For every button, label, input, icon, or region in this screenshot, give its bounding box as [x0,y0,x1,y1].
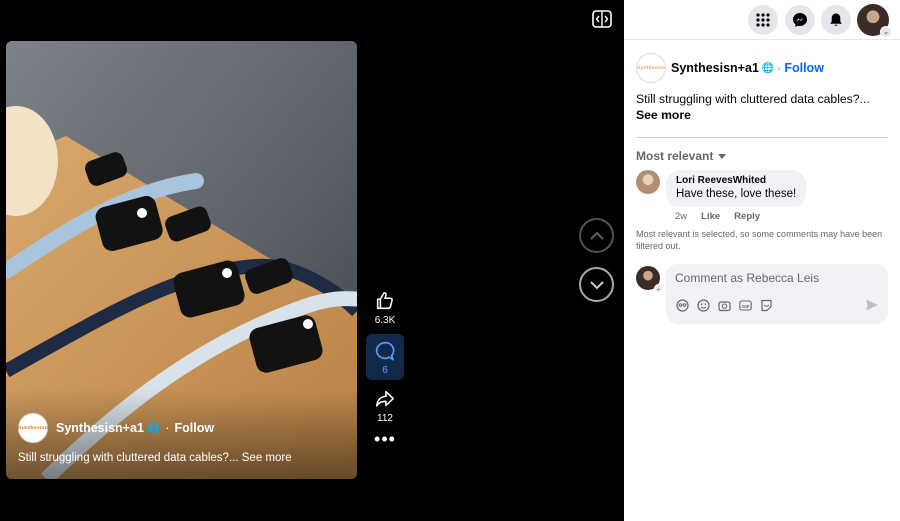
post-see-more-link[interactable]: See more [636,107,886,123]
post-description: Still struggling with cluttered data cab… [636,91,886,123]
composer-tools: GIF [676,299,773,312]
video-author-name[interactable]: Synthesisn+a1 [56,421,144,435]
commenter-avatar[interactable] [636,170,660,194]
details-panel: ⌄ Synthesisn Synthesisn+a1 🌐 · Follow St… [624,0,900,521]
top-bar: ⌄ [624,0,900,40]
video-author-row: Synthesisn Synthesisn+a1 🌐 · Follow [18,413,214,443]
comment-sort-label: Most relevant [636,149,714,163]
bell-icon[interactable] [821,5,851,35]
chevron-down-icon: ⌄ [880,26,892,38]
chevron-down-icon: ⌄ [654,284,663,293]
comment-button[interactable]: 6 [366,334,404,380]
post-follow-button[interactable]: Follow [784,61,824,75]
comment-like-button[interactable]: Like [701,211,720,222]
comment-meta: 2w Like Reply [675,211,760,222]
gif-icon[interactable]: GIF [739,299,752,312]
filter-note: Most relevant is selected, so some comme… [636,229,883,251]
share-button[interactable]: 112 [366,388,404,424]
composer-avatar[interactable]: ⌄ [636,266,663,293]
share-icon [375,390,395,407]
reel-viewer: Synthesisn Synthesisn+a1 🌐 · Follow Stil… [0,0,624,521]
svg-text:GIF: GIF [742,304,750,310]
like-icon [376,291,393,310]
comment-input[interactable] [675,271,875,285]
avatar-sticker-icon[interactable] [676,299,689,312]
comment-composer: ⌄ GIF [636,264,888,324]
comment-sort-dropdown[interactable]: Most relevant [636,149,727,163]
chevron-up-icon [589,231,604,240]
comment-bubble: Lori ReevesWhited Have these, love these… [666,170,807,207]
comment-text: Have these, love these! [676,188,797,200]
messenger-icon[interactable] [785,5,815,35]
profile-avatar-button[interactable]: ⌄ [857,4,892,38]
video-follow-button[interactable]: Follow [175,421,215,435]
expand-icon[interactable] [592,10,612,28]
send-icon[interactable] [865,298,879,312]
separator-dot: · [777,61,782,75]
previous-reel-button[interactable] [579,218,614,253]
comment-reply-button[interactable]: Reply [734,211,760,222]
share-count: 112 [377,413,393,424]
post-brand-avatar[interactable]: Synthesisn [636,53,666,83]
like-count: 6.3K [374,315,396,326]
like-button[interactable]: 6.3K [366,290,404,326]
sticker-icon[interactable] [760,299,773,312]
caret-down-icon [718,153,727,159]
chevron-down-icon [589,280,604,289]
video-see-more-link[interactable]: See more [242,452,292,464]
more-icon[interactable]: ••• [366,430,404,448]
post-brand-logo-text: Synthesisn [637,65,665,71]
reel-actions: 6.3K 6 112 ••• [366,290,404,448]
globe-icon: 🌐 [761,62,775,74]
comment-box: GIF [666,264,888,324]
post-text: Still struggling with cluttered data cab… [636,92,870,106]
comment-age[interactable]: 2w [675,211,687,222]
globe-icon: 🌐 [147,422,161,434]
app-root: Synthesisn Synthesisn+a1 🌐 · Follow Stil… [0,0,900,521]
next-reel-button[interactable] [579,267,614,302]
post-author-name[interactable]: Synthesisn+a1 [671,61,759,75]
camera-icon[interactable] [718,299,731,312]
brand-avatar[interactable]: Synthesisn [18,413,48,443]
post-header: Synthesisn Synthesisn+a1 🌐 · Follow [636,53,824,83]
comment-item: Lori ReevesWhited Have these, love these… [636,170,807,207]
video-caption: Still struggling with cluttered data cab… [18,452,292,464]
video-player[interactable]: Synthesisn Synthesisn+a1 🌐 · Follow Stil… [6,41,357,479]
menu-grid-icon[interactable] [748,5,778,35]
comment-author[interactable]: Lori ReevesWhited [676,175,796,186]
separator-dot: · [165,421,170,435]
comment-count: 6 [382,365,388,376]
emoji-icon[interactable] [697,299,710,312]
brand-logo-text: Synthesisn [17,425,49,431]
video-caption-text: Still struggling with cluttered data cab… [18,452,239,464]
divider [636,137,888,138]
comment-icon [375,341,395,361]
